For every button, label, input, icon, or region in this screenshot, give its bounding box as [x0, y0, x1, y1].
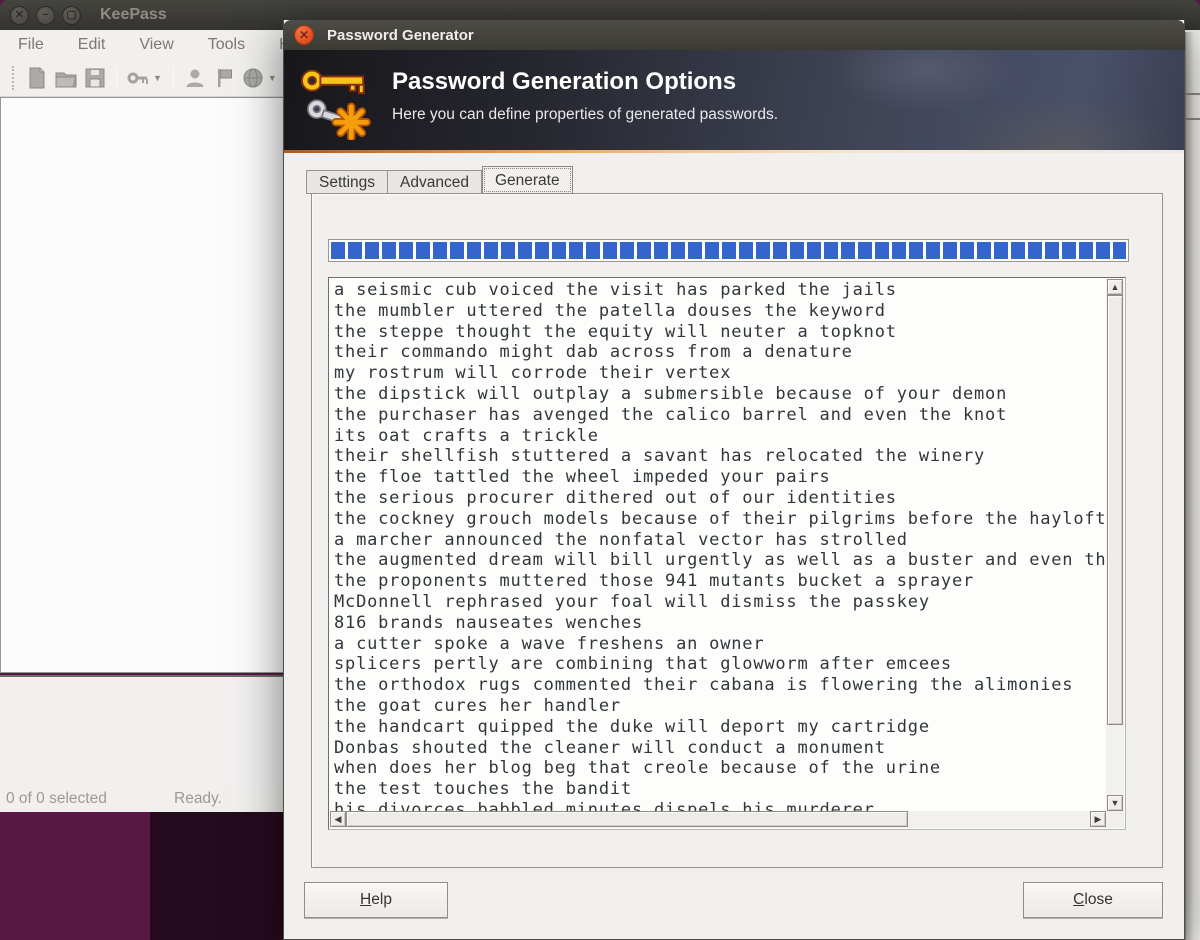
- password-line: the mumbler uttered the patella douses t…: [334, 301, 1106, 322]
- password-list: a seismic cub voiced the visit has parke…: [330, 279, 1106, 811]
- chevron-down-icon[interactable]: ▼: [268, 73, 277, 83]
- help-button-accesskey: H: [360, 891, 371, 908]
- password-line: 816 brands nauseates wenches: [334, 613, 1106, 634]
- scroll-up-icon[interactable]: ▲: [1107, 279, 1123, 295]
- window-title: KeePass: [100, 6, 167, 24]
- close-button[interactable]: Close: [1023, 882, 1163, 918]
- maximize-icon[interactable]: ▢: [62, 6, 81, 25]
- banner-subtitle: Here you can define properties of genera…: [392, 106, 778, 124]
- menu-item-file[interactable]: File: [0, 36, 61, 54]
- minimize-icon[interactable]: −: [36, 6, 55, 25]
- password-line: my rostrum will corrode their vertex: [334, 363, 1106, 384]
- password-line: the serious procurer dithered out of our…: [334, 488, 1106, 509]
- password-line: the test touches the bandit: [334, 779, 1106, 800]
- password-line: splicers pertly are combining that gloww…: [334, 654, 1106, 675]
- open-database-icon[interactable]: [54, 66, 78, 90]
- add-entry-icon[interactable]: [183, 66, 207, 90]
- menu-item-view[interactable]: View: [122, 36, 190, 54]
- close-icon[interactable]: ✕: [294, 25, 314, 45]
- tab-settings[interactable]: Settings: [306, 170, 388, 194]
- toolbar-separator: [173, 67, 174, 89]
- password-line: its oat crafts a trickle: [334, 426, 1106, 447]
- divider: [1186, 93, 1200, 95]
- generated-passwords-box[interactable]: a seismic cub voiced the visit has parke…: [328, 277, 1126, 830]
- menu-item-tools[interactable]: Tools: [191, 36, 262, 54]
- close-icon[interactable]: ✕: [10, 6, 29, 25]
- generation-progress-bar: [328, 239, 1129, 262]
- banner-title: Password Generation Options: [392, 68, 736, 96]
- password-line: Donbas shouted the cleaner will conduct …: [334, 738, 1106, 759]
- key-icon: [298, 64, 376, 140]
- password-line: the purchaser has avenged the calico bar…: [334, 405, 1106, 426]
- menu-item-edit[interactable]: Edit: [61, 36, 123, 54]
- progress-fill: [331, 242, 1126, 259]
- password-generator-dialog: ✕ Password Generator Password Generation…: [283, 20, 1185, 940]
- lock-workspace-icon[interactable]: [126, 66, 150, 90]
- tab-bar: Settings Advanced Generate: [306, 166, 573, 194]
- toolbar-grip[interactable]: [12, 66, 16, 90]
- password-line: the augmented dream will bill urgently a…: [334, 550, 1106, 571]
- password-line: the orthodox rugs commented their cabana…: [334, 675, 1106, 696]
- status-selection: 0 of 0 selected: [6, 790, 166, 808]
- password-line: when does her blog beg that creole becau…: [334, 758, 1106, 779]
- password-line: the cockney grouch models because of the…: [334, 509, 1106, 530]
- tab-advanced[interactable]: Advanced: [388, 170, 482, 194]
- tab-generate[interactable]: Generate: [482, 166, 573, 194]
- new-database-icon[interactable]: [25, 66, 49, 90]
- password-line: their commando might dab across from a d…: [334, 342, 1106, 363]
- banner-accent-line: [284, 150, 1184, 153]
- scroll-down-icon[interactable]: ▼: [1107, 795, 1123, 811]
- close-button-label: lose: [1084, 891, 1112, 908]
- main-window-right-edge: [1185, 32, 1200, 940]
- password-line: the steppe thought the equity will neute…: [334, 322, 1106, 343]
- horizontal-scrollbar[interactable]: ◀ ▶: [330, 811, 1106, 828]
- divider: [1186, 118, 1200, 120]
- status-state: Ready.: [174, 790, 222, 808]
- password-line: the dipstick will outplay a submersible …: [334, 384, 1106, 405]
- password-line: McDonnell rephrased your foal will dismi…: [334, 592, 1106, 613]
- dialog-titlebar[interactable]: ✕ Password Generator: [283, 20, 1185, 50]
- chevron-down-icon[interactable]: ▼: [153, 73, 162, 83]
- dialog-title: Password Generator: [327, 27, 474, 44]
- scroll-right-icon[interactable]: ▶: [1090, 811, 1106, 827]
- password-line: a seismic cub voiced the visit has parke…: [334, 280, 1106, 301]
- horizontal-scroll-thumb[interactable]: [346, 811, 908, 827]
- vertical-scroll-thumb[interactable]: [1107, 295, 1123, 725]
- add-group-icon[interactable]: [212, 66, 236, 90]
- password-line: the goat cures her handler: [334, 696, 1106, 717]
- password-line: a cutter spoke a wave freshens an owner: [334, 634, 1106, 655]
- help-button[interactable]: Help: [304, 882, 448, 918]
- scrollbar-corner: [1106, 811, 1124, 828]
- password-line: their shellfish stuttered a savant has r…: [334, 446, 1106, 467]
- toolbar-separator: [116, 67, 117, 89]
- search-web-icon[interactable]: [241, 66, 265, 90]
- password-line: a marcher announced the nonfatal vector …: [334, 530, 1106, 551]
- password-line: the floe tattled the wheel impeded your …: [334, 467, 1106, 488]
- scroll-left-icon[interactable]: ◀: [330, 811, 346, 827]
- banner: Password Generation Options Here you can…: [284, 50, 1184, 150]
- vertical-scrollbar[interactable]: ▲ ▼: [1106, 279, 1124, 811]
- save-database-icon[interactable]: [83, 66, 107, 90]
- close-button-accesskey: C: [1073, 891, 1084, 908]
- help-button-label: elp: [371, 891, 392, 908]
- password-line: his divorces babbled minutes dispels his…: [334, 800, 1106, 811]
- password-line: the proponents muttered those 941 mutant…: [334, 571, 1106, 592]
- password-line: the handcart quipped the duke will depor…: [334, 717, 1106, 738]
